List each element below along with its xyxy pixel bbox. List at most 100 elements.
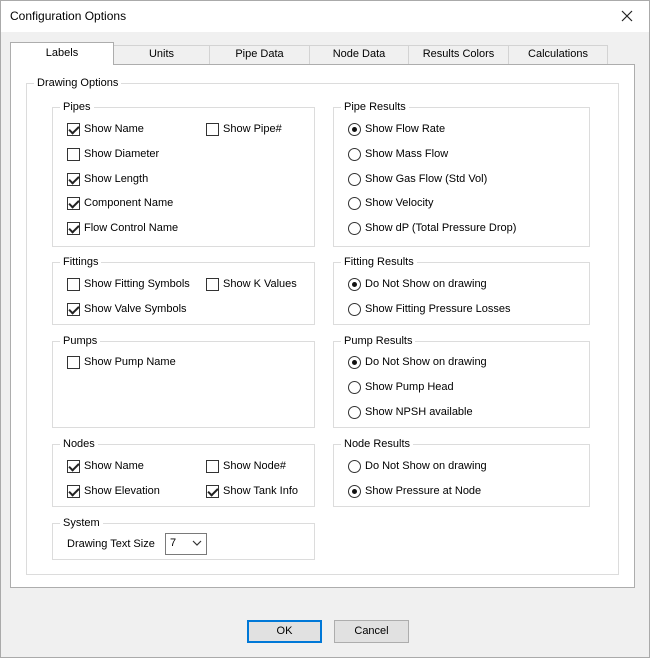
radio-label: Show Fitting Pressure Losses	[365, 303, 511, 315]
node-results-do-not-show-radio[interactable]: Do Not Show on drawing	[348, 458, 487, 474]
nodes-show-elevation-checkbox[interactable]: Show Elevation	[67, 483, 160, 499]
tab-pipe-data-label: Pipe Data	[235, 48, 284, 60]
pipe-results-show-velocity-radio[interactable]: Show Velocity	[348, 195, 433, 211]
radio-label: Show Gas Flow (Std Vol)	[365, 173, 488, 185]
checkbox-label: Show Pump Name	[84, 356, 176, 368]
radio-icon	[348, 196, 361, 210]
radio-icon	[348, 147, 361, 161]
pipes-show-pipe-number-checkbox[interactable]: Show Pipe#	[206, 121, 282, 137]
pipes-show-name-checkbox[interactable]: Show Name	[67, 121, 144, 137]
radio-label: Show Mass Flow	[365, 148, 449, 160]
radio-icon	[348, 277, 361, 291]
pipes-show-length-checkbox[interactable]: Show Length	[67, 171, 148, 187]
fitting-results-do-not-show-radio[interactable]: Do Not Show on drawing	[348, 276, 487, 292]
radio-label: Show Pressure at Node	[365, 485, 482, 497]
fitting-results-show-pressure-losses-radio[interactable]: Show Fitting Pressure Losses	[348, 301, 511, 317]
checkbox-label: Show Name	[84, 460, 144, 472]
tab-pipe-data[interactable]: Pipe Data	[209, 45, 310, 64]
pipe-results-label: Pipe Results	[341, 100, 409, 114]
pipes-component-name-checkbox[interactable]: Component Name	[67, 195, 173, 211]
checkbox-label: Show Name	[84, 123, 144, 135]
pump-results-label: Pump Results	[341, 334, 416, 348]
pipe-results-show-mass-flow-radio[interactable]: Show Mass Flow	[348, 146, 448, 162]
nodes-show-node-number-checkbox[interactable]: Show Node#	[206, 458, 286, 474]
drawing-text-size-value: 7	[170, 537, 177, 549]
radio-icon	[348, 484, 361, 498]
cancel-button[interactable]: Cancel	[334, 620, 409, 643]
checkbox-label: Show Valve Symbols	[84, 303, 187, 315]
checkbox-icon	[67, 221, 80, 235]
pipes-flow-control-name-checkbox[interactable]: Flow Control Name	[67, 220, 178, 236]
tab-units-label: Units	[148, 48, 175, 60]
pump-results-show-npsh-radio[interactable]: Show NPSH available	[348, 404, 473, 420]
tab-labels-label: Labels	[45, 47, 79, 59]
drawing-text-size-select[interactable]: 7	[165, 533, 207, 555]
nodes-show-name-checkbox[interactable]: Show Name	[67, 458, 144, 474]
close-button[interactable]	[613, 5, 641, 27]
fittings-show-k-values-checkbox[interactable]: Show K Values	[206, 276, 297, 292]
checkbox-label: Component Name	[84, 197, 174, 209]
checkbox-label: Show K Values	[223, 278, 297, 290]
checkbox-label: Show Length	[84, 173, 149, 185]
drawing-options-label: Drawing Options	[34, 76, 122, 90]
tab-results-colors[interactable]: Results Colors	[408, 45, 509, 64]
pipe-results-show-dp-radio[interactable]: Show dP (Total Pressure Drop)	[348, 220, 516, 236]
system-label: System	[60, 516, 103, 530]
pipe-results-show-gas-flow-radio[interactable]: Show Gas Flow (Std Vol)	[348, 171, 487, 187]
fittings-label: Fittings	[60, 255, 102, 269]
checkbox-icon	[67, 172, 80, 186]
radio-icon	[348, 302, 361, 316]
pipes-show-diameter-checkbox[interactable]: Show Diameter	[67, 146, 159, 162]
checkbox-label: Show Elevation	[84, 485, 160, 497]
tab-units[interactable]: Units	[113, 45, 210, 64]
node-results-label: Node Results	[341, 437, 414, 451]
tab-calculations-label: Calculations	[528, 48, 588, 60]
radio-label: Show Velocity	[365, 197, 434, 209]
radio-label: Do Not Show on drawing	[365, 460, 487, 472]
fittings-show-fitting-symbols-checkbox[interactable]: Show Fitting Symbols	[67, 276, 190, 292]
tab-node-data-label: Node Data	[332, 48, 386, 60]
nodes-show-tank-info-checkbox[interactable]: Show Tank Info	[206, 483, 298, 499]
checkbox-icon	[206, 122, 219, 136]
radio-label: Show dP (Total Pressure Drop)	[365, 222, 517, 234]
close-icon	[621, 10, 633, 22]
node-results-show-pressure-radio[interactable]: Show Pressure at Node	[348, 483, 481, 499]
checkbox-icon	[67, 122, 80, 136]
radio-icon	[348, 405, 361, 419]
pumps-show-pump-name-checkbox[interactable]: Show Pump Name	[67, 354, 176, 370]
checkbox-icon	[67, 302, 80, 316]
radio-icon	[348, 172, 361, 186]
checkbox-icon	[67, 459, 80, 473]
checkbox-icon	[206, 484, 219, 498]
tab-calculations[interactable]: Calculations	[508, 45, 608, 64]
ok-button[interactable]: OK	[247, 620, 322, 643]
drawing-text-size-label: Drawing Text Size	[67, 538, 155, 550]
chevron-down-icon	[192, 540, 202, 546]
radio-label: Show NPSH available	[365, 406, 473, 418]
radio-label: Show Flow Rate	[365, 123, 446, 135]
radio-icon	[348, 122, 361, 136]
checkbox-label: Show Tank Info	[223, 485, 299, 497]
checkbox-label: Show Node#	[223, 460, 286, 472]
radio-label: Do Not Show on drawing	[365, 278, 487, 290]
tab-results-colors-label: Results Colors	[422, 48, 495, 60]
window-title: Configuration Options	[10, 9, 127, 23]
pump-results-show-pump-head-radio[interactable]: Show Pump Head	[348, 379, 454, 395]
checkbox-icon	[67, 196, 80, 210]
tab-labels[interactable]: Labels	[10, 42, 114, 65]
configuration-options-dialog: Configuration Options Labels Units Pipe …	[0, 0, 650, 658]
checkbox-icon	[206, 459, 219, 473]
pipes-label: Pipes	[60, 100, 94, 114]
pump-results-do-not-show-radio[interactable]: Do Not Show on drawing	[348, 354, 487, 370]
radio-icon	[348, 380, 361, 394]
radio-label: Show Pump Head	[365, 381, 454, 393]
checkbox-label: Flow Control Name	[84, 222, 179, 234]
checkbox-icon	[67, 147, 80, 161]
pipe-results-show-flow-rate-radio[interactable]: Show Flow Rate	[348, 121, 445, 137]
pumps-label: Pumps	[60, 334, 101, 348]
fittings-show-valve-symbols-checkbox[interactable]: Show Valve Symbols	[67, 301, 187, 317]
radio-icon	[348, 221, 361, 235]
tab-node-data[interactable]: Node Data	[309, 45, 409, 64]
fitting-results-label: Fitting Results	[341, 255, 417, 269]
checkbox-icon	[206, 277, 219, 291]
